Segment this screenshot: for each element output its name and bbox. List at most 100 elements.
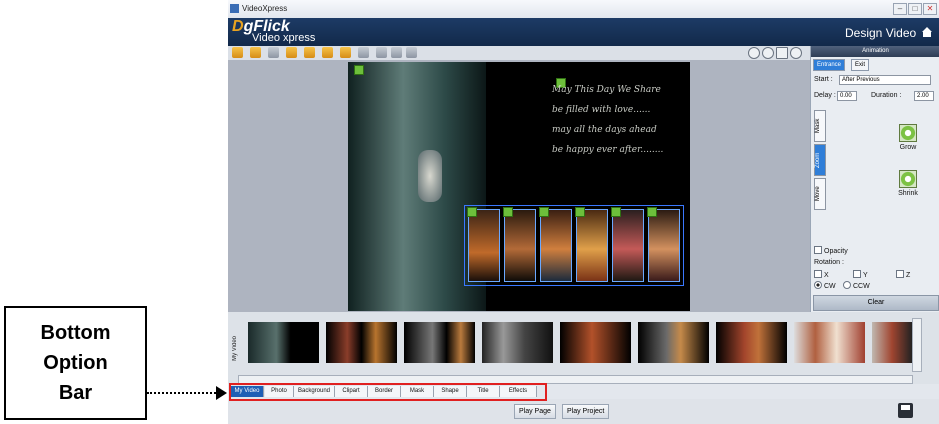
callout-line-1: Bottom bbox=[40, 322, 111, 344]
page-thumbnail[interactable] bbox=[482, 322, 553, 363]
panel-title: Animation bbox=[811, 46, 939, 57]
page-thumbnail[interactable] bbox=[872, 322, 912, 363]
start-select[interactable]: After Previous bbox=[839, 75, 931, 85]
page-thumbnail[interactable] bbox=[716, 322, 787, 363]
collage-photo[interactable] bbox=[540, 209, 572, 282]
effect-grow-label: Grow bbox=[899, 144, 917, 151]
page-icon[interactable] bbox=[268, 47, 279, 58]
undo-icon[interactable] bbox=[391, 47, 402, 58]
effect-shrink[interactable]: Shrink bbox=[896, 170, 920, 197]
align-left-icon[interactable] bbox=[286, 47, 297, 58]
mode-label: Design Video bbox=[845, 26, 917, 40]
page-thumbnail[interactable] bbox=[794, 322, 865, 363]
tab-mask[interactable]: Mask bbox=[814, 110, 826, 142]
grow-icon bbox=[899, 124, 917, 142]
opacity-label: Opacity bbox=[824, 248, 848, 255]
collage-photo[interactable] bbox=[468, 209, 500, 282]
redo-icon[interactable] bbox=[406, 47, 417, 58]
effect-grow[interactable]: Grow bbox=[896, 124, 920, 151]
photo-handle-icon[interactable] bbox=[611, 207, 621, 217]
rotate-y-checkbox[interactable]: Y bbox=[853, 270, 868, 279]
checkbox-icon bbox=[814, 270, 822, 278]
logo-subtitle: Video xpress bbox=[252, 32, 316, 44]
rotate-icon[interactable] bbox=[358, 47, 369, 58]
group-icon[interactable] bbox=[340, 47, 351, 58]
page-thumbnail[interactable] bbox=[326, 322, 397, 363]
axis-z-label: Z bbox=[906, 272, 911, 279]
home-icon[interactable] bbox=[921, 26, 933, 38]
delay-input[interactable]: 0.00 bbox=[837, 91, 857, 101]
ccw-radio[interactable]: CCW bbox=[843, 281, 870, 290]
layer-handle-icon[interactable] bbox=[354, 65, 364, 75]
tab-entrance[interactable]: Entrance bbox=[813, 59, 846, 71]
app-icon bbox=[230, 4, 239, 13]
highlight-box bbox=[229, 383, 547, 401]
callout-line-3: Bar bbox=[58, 382, 93, 404]
logo-prefix: D bbox=[232, 18, 244, 35]
animation-panel: Animation Entrance Exit Start : After Pr… bbox=[810, 46, 939, 312]
photo-handle-icon[interactable] bbox=[647, 207, 657, 217]
playback-bar: Play Page Play Project bbox=[228, 399, 939, 424]
clear-button[interactable]: Clear bbox=[813, 295, 939, 311]
tab-move[interactable]: Move bbox=[814, 178, 826, 210]
photo-handle-icon[interactable] bbox=[503, 207, 513, 217]
collage-photo[interactable] bbox=[612, 209, 644, 282]
zoom-out-icon[interactable] bbox=[762, 47, 774, 59]
design-stage[interactable]: May This Day We Share be filled with lov… bbox=[348, 62, 690, 311]
photo-handle-icon[interactable] bbox=[575, 207, 585, 217]
minimize-button[interactable]: – bbox=[893, 3, 907, 15]
start-label: Start : bbox=[814, 76, 833, 83]
page-thumbnail[interactable] bbox=[638, 322, 709, 363]
checkbox-icon bbox=[896, 270, 904, 278]
collage-photo[interactable] bbox=[504, 209, 536, 282]
distribute-icon[interactable] bbox=[322, 47, 333, 58]
photo-handle-icon[interactable] bbox=[467, 207, 477, 217]
play-page-button[interactable]: Play Page bbox=[514, 404, 556, 419]
align-center-icon[interactable] bbox=[304, 47, 315, 58]
page-thumbnail[interactable] bbox=[404, 322, 475, 363]
play-project-button[interactable]: Play Project bbox=[562, 404, 610, 419]
collage-photo[interactable] bbox=[576, 209, 608, 282]
page-thumbnail[interactable] bbox=[248, 322, 319, 363]
rotate-z-checkbox[interactable]: Z bbox=[896, 270, 910, 279]
page-thumbnail[interactable] bbox=[560, 322, 631, 363]
flip-icon[interactable] bbox=[376, 47, 387, 58]
pan-icon[interactable] bbox=[790, 47, 802, 59]
photo-handle-icon[interactable] bbox=[539, 207, 549, 217]
opacity-check-icon bbox=[814, 246, 822, 254]
cw-label: CW bbox=[824, 283, 836, 290]
lock-icon[interactable] bbox=[232, 47, 243, 58]
save-icon[interactable] bbox=[898, 403, 913, 418]
callout-arrow-icon bbox=[216, 386, 227, 400]
callout-box: Bottom Option Bar bbox=[4, 306, 147, 420]
duration-input[interactable]: 2.00 bbox=[914, 91, 934, 101]
strip-vertical-scrollbar[interactable] bbox=[912, 318, 922, 372]
tab-exit[interactable]: Exit bbox=[851, 59, 870, 71]
close-button[interactable]: ✕ bbox=[923, 3, 937, 15]
poem-line: may all the days ahead bbox=[552, 125, 657, 135]
brand-bar: DgFlick Video xpress Design Video bbox=[228, 18, 939, 46]
fit-screen-icon[interactable] bbox=[776, 47, 788, 59]
cw-radio[interactable]: CW bbox=[814, 281, 836, 290]
title-bar: VideoXpress – □ ✕ bbox=[228, 0, 939, 18]
rotation-label: Rotation : bbox=[814, 259, 844, 266]
radio-icon bbox=[814, 281, 822, 289]
app-window: VideoXpress – □ ✕ DgFlick Video xpress D… bbox=[228, 0, 939, 424]
delay-label: Delay : bbox=[814, 92, 836, 99]
window-title: VideoXpress bbox=[242, 4, 288, 13]
callout-line-2: Option bbox=[43, 352, 108, 374]
opacity-checkbox[interactable]: Opacity bbox=[814, 246, 848, 255]
radio-icon bbox=[843, 281, 851, 289]
tab-zoom[interactable]: Zoom bbox=[814, 144, 826, 176]
callout-pointer-line bbox=[147, 392, 219, 394]
photo-collage[interactable] bbox=[464, 205, 684, 286]
duration-label: Duration : bbox=[871, 92, 902, 99]
zoom-in-icon[interactable] bbox=[748, 47, 760, 59]
thumbnail-strip: My Video bbox=[228, 312, 939, 384]
bring-forward-icon[interactable] bbox=[250, 47, 261, 58]
collage-photo[interactable] bbox=[648, 209, 680, 282]
rotate-x-checkbox[interactable]: X bbox=[814, 270, 829, 279]
maximize-button[interactable]: □ bbox=[908, 3, 922, 15]
couple-figure bbox=[418, 150, 442, 202]
poem-text[interactable]: May This Day We Share be filled with lov… bbox=[552, 80, 682, 160]
